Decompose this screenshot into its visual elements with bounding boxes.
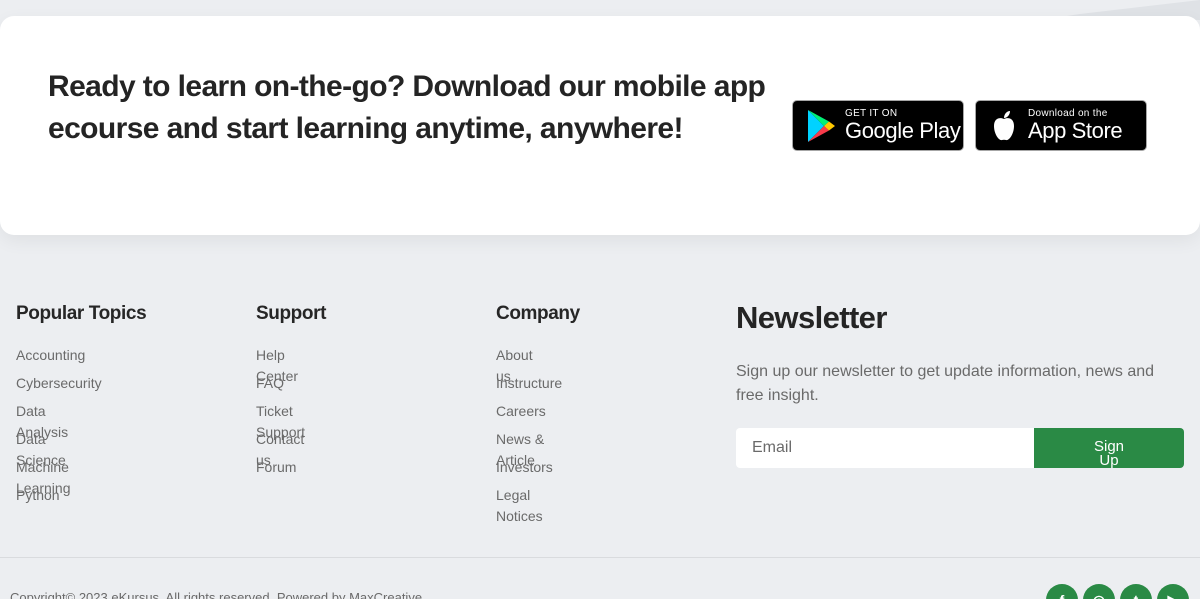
footer-column-support: Support Help Center FAQ Ticket Support C… — [256, 300, 476, 475]
footer-link[interactable]: Careers — [496, 401, 596, 422]
twitter-glyph: t — [1134, 592, 1139, 599]
footer-link[interactable]: Investors — [496, 457, 596, 478]
facebook-icon[interactable]: f — [1046, 584, 1078, 599]
footer-column-popular-topics: Popular Topics Accounting Cybersecurity … — [16, 300, 236, 503]
copyright-text: Copyright© 2023 eKursus. All rights rese… — [10, 590, 423, 599]
google-play-button[interactable]: GET IT ON Google Play — [792, 100, 964, 151]
newsletter-title: Newsletter — [736, 300, 887, 335]
newsletter-form: Sign Up — [736, 428, 1184, 468]
footer-divider — [0, 557, 1200, 558]
column-title: Popular Topics — [16, 303, 147, 324]
column-title: Company — [496, 303, 580, 324]
sign-up-button[interactable]: Sign Up — [1034, 428, 1184, 468]
twitter-icon[interactable]: t — [1120, 584, 1152, 599]
instagram-glyph: ◎ — [1093, 592, 1105, 599]
apple-icon — [984, 106, 1024, 146]
footer-link[interactable]: Cybersecurity — [16, 373, 116, 394]
footer-column-company: Company About us Instructure Careers New… — [496, 300, 716, 524]
footer-link[interactable]: Python — [16, 485, 116, 506]
newsletter-description: Sign up our newsletter to get update inf… — [736, 363, 1155, 404]
footer-link[interactable]: FAQ — [256, 373, 356, 394]
app-store-big-text: App Store — [1028, 118, 1123, 143]
sign-up-label: Sign Up — [1093, 438, 1125, 469]
footer-link[interactable]: Forum — [256, 457, 356, 478]
email-input[interactable] — [736, 428, 1034, 468]
youtube-icon[interactable]: ▶ — [1157, 584, 1189, 599]
app-store-button[interactable]: Download on the App Store — [975, 100, 1147, 151]
app-banner-title: Ready to learn on-the-go? Download our m… — [48, 70, 766, 145]
facebook-glyph: f — [1060, 592, 1065, 599]
column-title: Support — [256, 303, 327, 324]
footer-link[interactable]: Accounting — [16, 345, 116, 366]
google-play-big-text: Google Play — [845, 118, 961, 143]
youtube-glyph: ▶ — [1168, 592, 1179, 599]
instagram-icon[interactable]: ◎ — [1083, 584, 1115, 599]
footer-link[interactable]: Instructure — [496, 373, 596, 394]
newsletter-section: Newsletter Sign up our newsletter to get… — [736, 297, 1186, 468]
google-play-icon — [801, 106, 841, 146]
app-download-banner: Ready to learn on-the-go? Download our m… — [0, 16, 1200, 235]
footer-link[interactable]: Legal Notices — [496, 485, 556, 527]
